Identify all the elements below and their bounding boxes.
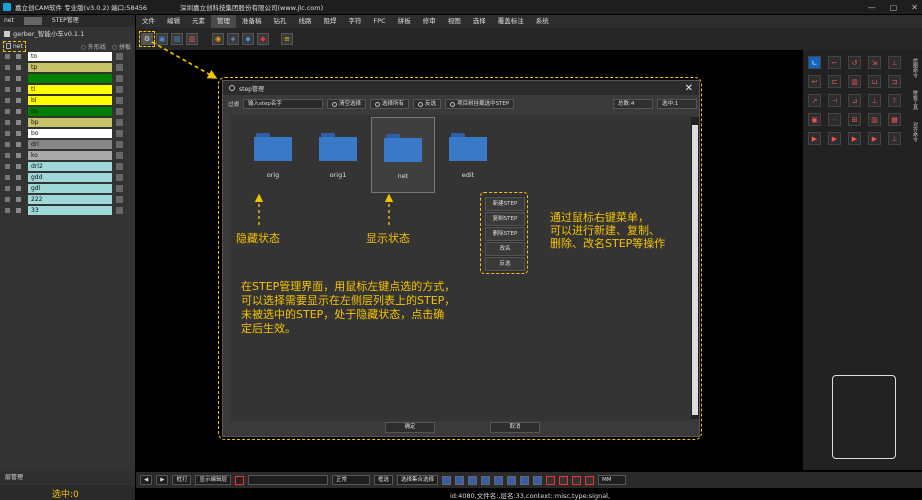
annotation-description: 在STEP管理界面，用鼠标左键点选的方式， 可以选择需要显示在左侧层列表上的ST… [241, 280, 455, 336]
arrow-toolbar-to-dialog [151, 41, 218, 79]
annotation-description-line3: 未被选中的STEP，处于隐藏状态，点击确 [241, 308, 445, 321]
annotation-shown: 显示状态 [366, 232, 410, 245]
annotation-description-line2: 可以选择需要显示在左侧层列表上的STEP， [241, 294, 456, 307]
annotation-right-click-line3: 删除、改名STEP等操作 [550, 237, 666, 250]
annotation-description-line1: 在STEP管理界面，用鼠标左键点选的方式， [241, 280, 456, 293]
annotation-right-click-line1: 通过鼠标右键菜单， [550, 211, 649, 224]
annotation-right-click: 通过鼠标右键菜单， 可以进行新建、复制、 删除、改名STEP等操作 [550, 211, 665, 250]
annotation-arrows [151, 41, 394, 225]
annotation-hidden: 隐藏状态 [236, 232, 280, 245]
annotation-right-click-line2: 可以进行新建、复制、 [550, 224, 660, 237]
annotation-description-line4: 定后生效。 [241, 322, 296, 335]
